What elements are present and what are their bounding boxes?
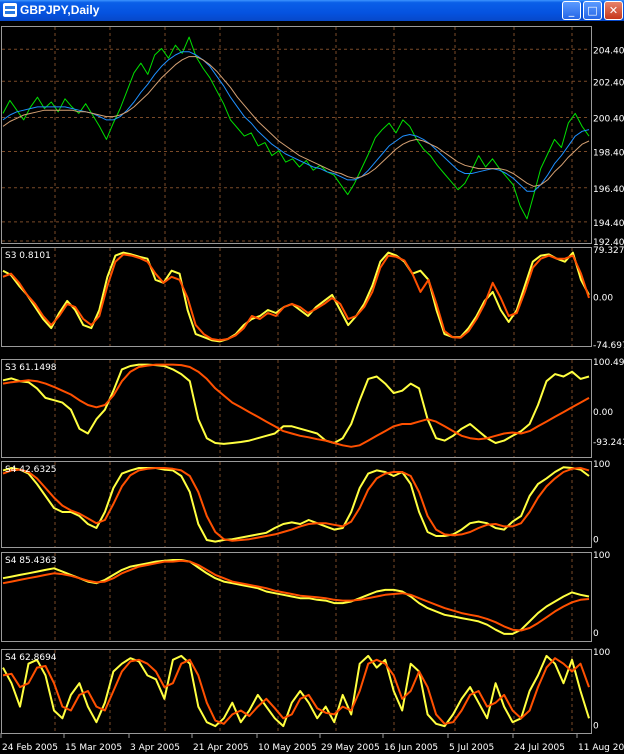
series-osc2-line_signal bbox=[2, 363, 590, 448]
x-tick-label: 3 Apr 2005 bbox=[130, 743, 180, 753]
x-tick-label: 5 Jul 2005 bbox=[449, 743, 494, 753]
indicator-label-osc3: S4 42.6325 bbox=[5, 465, 57, 475]
panel-frame-osc1 bbox=[1, 247, 592, 347]
indicator-label-osc4: S4 85.4363 bbox=[5, 556, 57, 566]
panel-frame-osc5 bbox=[1, 649, 592, 734]
x-tick-label: 15 Mar 2005 bbox=[65, 743, 122, 753]
panel-frame-osc3 bbox=[1, 461, 592, 548]
x-tick-label: 10 May 2005 bbox=[258, 743, 317, 753]
y-tick-label: 0 bbox=[593, 629, 599, 639]
y-tick-label: 0 bbox=[593, 535, 599, 545]
indicator-label-osc2: S3 61.1498 bbox=[5, 363, 57, 373]
maximize-button[interactable]: □ bbox=[583, 1, 602, 20]
y-tick-label: 100 bbox=[593, 460, 610, 470]
y-tick-label: 100 bbox=[593, 648, 610, 658]
minimize-button[interactable]: _ bbox=[562, 1, 581, 20]
series-osc4-line_signal bbox=[2, 559, 590, 632]
x-tick-label: 11 Aug 2005 bbox=[578, 743, 624, 753]
x-tick-label: 29 May 2005 bbox=[321, 743, 380, 753]
panel-frame-main bbox=[1, 26, 592, 244]
y-tick-label: 196.40 bbox=[593, 185, 624, 195]
y-tick-label: 204.40 bbox=[593, 46, 624, 56]
y-tick-label: 0.00 bbox=[593, 408, 613, 418]
y-tick-label: 194.40 bbox=[593, 219, 624, 229]
series-osc5-line_main bbox=[2, 654, 590, 728]
panel-frame-osc2 bbox=[1, 359, 592, 458]
y-tick-label: 100 bbox=[593, 551, 610, 561]
series-osc4-line_main bbox=[2, 559, 590, 635]
series-osc2-line_main bbox=[2, 363, 590, 445]
y-tick-label: 0 bbox=[593, 722, 599, 732]
y-tick-label: 202.40 bbox=[593, 78, 624, 88]
y-tick-label: -74.697 bbox=[593, 341, 624, 351]
y-tick-label: 0.00 bbox=[593, 294, 613, 304]
y-tick-label: 100.496 bbox=[593, 358, 624, 368]
x-tick-label: 21 Apr 2005 bbox=[193, 743, 249, 753]
indicator-label-osc5: S4 62.8694 bbox=[5, 653, 57, 663]
x-tick-label: 24 Feb 2005 bbox=[2, 743, 58, 753]
y-tick-label: 200.40 bbox=[593, 114, 624, 124]
x-tick-label: 24 Jul 2005 bbox=[514, 743, 565, 753]
window-titlebar[interactable]: GBPJPY,Daily _ □ ✕ bbox=[0, 0, 624, 21]
series-main-price bbox=[2, 36, 590, 220]
y-tick-label: 198.40 bbox=[593, 149, 624, 159]
close-button[interactable]: ✕ bbox=[604, 1, 623, 20]
chart-window-icon bbox=[3, 3, 17, 17]
x-tick-label: 16 Jun 2005 bbox=[384, 743, 438, 753]
series-main-ma_slow bbox=[2, 56, 590, 187]
y-tick-label: 79.3272 bbox=[593, 246, 624, 256]
window-title: GBPJPY,Daily bbox=[20, 3, 100, 17]
series-osc3-line_main bbox=[2, 466, 590, 543]
chart-area[interactable]: 204.40202.40200.40198.40196.40194.40192.… bbox=[0, 21, 624, 754]
indicator-label-osc1: S3 0.8101 bbox=[5, 251, 51, 261]
y-tick-label: -93.241 bbox=[593, 438, 624, 448]
